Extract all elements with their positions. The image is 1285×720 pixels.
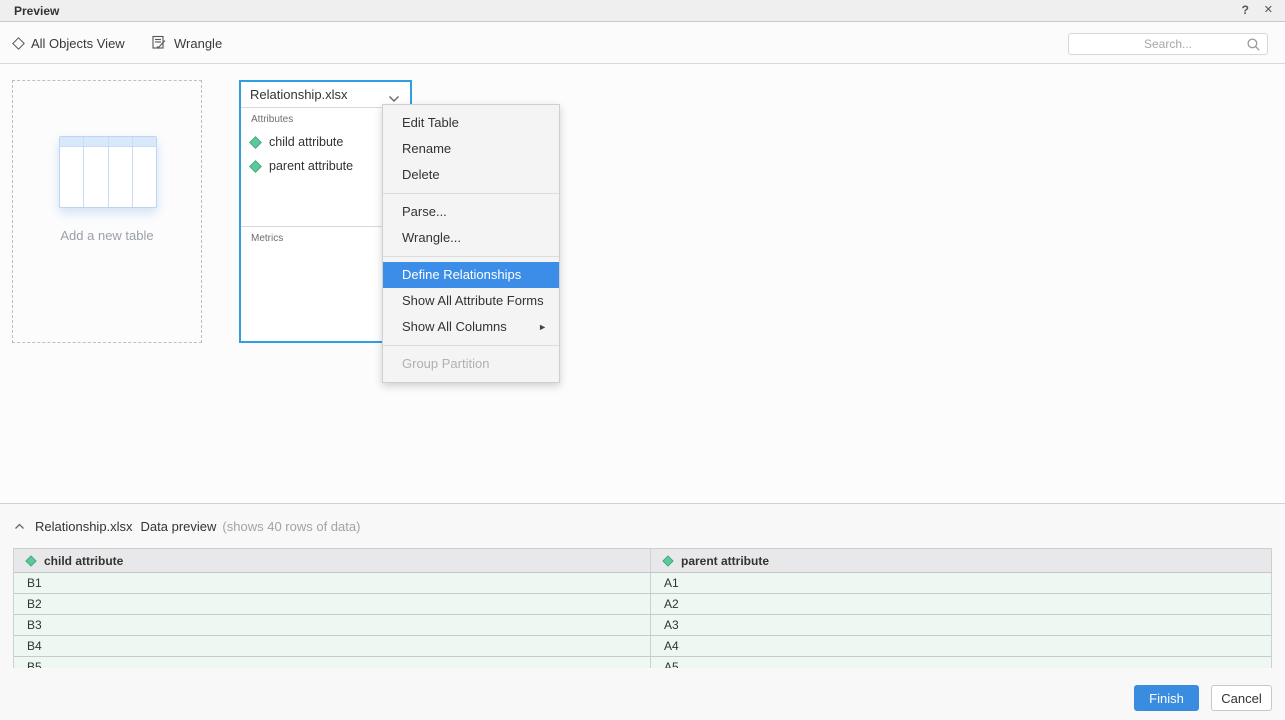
menu-item-show-all-columns[interactable]: Show All Columns ► xyxy=(383,314,559,340)
menu-item-wrangle[interactable]: Wrangle... xyxy=(383,225,559,251)
menu-item-edit-table[interactable]: Edit Table xyxy=(383,110,559,136)
collapse-chevron-icon[interactable] xyxy=(14,517,25,535)
menu-item-define-relationships[interactable]: Define Relationships xyxy=(383,262,559,288)
menu-separator xyxy=(383,345,559,346)
data-preview-header: Relationship.xlsx Data preview (shows 40… xyxy=(0,517,360,535)
column-header-label: child attribute xyxy=(44,554,123,568)
menu-item-parse[interactable]: Parse... xyxy=(383,199,559,225)
preview-rows-note: (shows 40 rows of data) xyxy=(222,519,360,534)
diamond-outline-icon xyxy=(12,37,25,50)
cell-parent: A3 xyxy=(651,615,1271,635)
preview-table-name: Relationship.xlsx xyxy=(35,519,133,534)
cell-parent: A1 xyxy=(651,573,1271,593)
table-row: B1 A1 xyxy=(14,573,1271,594)
cell-child: B1 xyxy=(14,573,651,593)
wrangle-label: Wrangle xyxy=(174,36,222,51)
menu-item-label: Show All Columns xyxy=(402,319,507,334)
wrangle-button[interactable]: Wrangle xyxy=(152,23,222,64)
menu-separator xyxy=(383,193,559,194)
search-icon[interactable] xyxy=(1246,37,1261,57)
toolbar: All Objects View Wrangle xyxy=(0,23,1285,64)
title-bar: Preview ? ✕ xyxy=(0,0,1285,22)
attribute-diamond-icon xyxy=(249,136,262,149)
all-objects-view-label: All Objects View xyxy=(31,36,125,51)
help-icon[interactable]: ? xyxy=(1242,3,1249,17)
menu-item-show-all-attribute-forms[interactable]: Show All Attribute Forms xyxy=(383,288,559,314)
window-title: Preview xyxy=(14,4,59,18)
table-context-menu: Edit Table Rename Delete Parse... Wrangl… xyxy=(382,104,560,383)
add-new-table-card[interactable]: Add a new table xyxy=(12,80,202,343)
tables-canvas: Add a new table Relationship.xlsx Attrib… xyxy=(0,65,1285,503)
menu-item-group-partition: Group Partition xyxy=(383,351,559,377)
menu-item-rename[interactable]: Rename xyxy=(383,136,559,162)
menu-separator xyxy=(383,256,559,257)
table-row: B4 A4 xyxy=(14,636,1271,657)
cell-child: B3 xyxy=(14,615,651,635)
add-new-table-label: Add a new table xyxy=(13,228,201,243)
preview-title: Data preview xyxy=(141,519,217,534)
cell-child: B4 xyxy=(14,636,651,656)
cancel-button[interactable]: Cancel xyxy=(1211,685,1272,711)
finish-button[interactable]: Finish xyxy=(1134,685,1199,711)
column-header-label: parent attribute xyxy=(681,554,769,568)
all-objects-view-button[interactable]: All Objects View xyxy=(14,23,125,64)
cell-child: B5 xyxy=(14,657,651,668)
wrangle-icon xyxy=(152,35,166,53)
cell-child: B2 xyxy=(14,594,651,614)
menu-item-delete[interactable]: Delete xyxy=(383,162,559,188)
table-icon xyxy=(59,136,157,208)
attribute-diamond-icon xyxy=(249,160,262,173)
attribute-name: parent attribute xyxy=(269,159,353,173)
table-card-title: Relationship.xlsx xyxy=(250,87,348,102)
cell-parent: A2 xyxy=(651,594,1271,614)
attribute-diamond-icon xyxy=(25,555,36,566)
search-box[interactable] xyxy=(1068,33,1268,55)
table-row: B5 A5 xyxy=(14,657,1271,668)
submenu-arrow-icon: ► xyxy=(538,314,547,340)
column-header-parent-attribute[interactable]: parent attribute xyxy=(651,549,1271,572)
close-icon[interactable]: ✕ xyxy=(1264,3,1273,16)
attribute-diamond-icon xyxy=(662,555,673,566)
search-input[interactable] xyxy=(1069,34,1267,54)
column-header-child-attribute[interactable]: child attribute xyxy=(14,549,651,572)
table-header-row: child attribute parent attribute xyxy=(14,548,1271,573)
attribute-name: child attribute xyxy=(269,135,343,149)
data-preview-panel: Relationship.xlsx Data preview (shows 40… xyxy=(0,504,1285,720)
cell-parent: A5 xyxy=(651,657,1271,668)
cell-parent: A4 xyxy=(651,636,1271,656)
data-preview-table: child attribute parent attribute B1 A1 B… xyxy=(13,548,1272,668)
table-row: B3 A3 xyxy=(14,615,1271,636)
table-row: B2 A2 xyxy=(14,594,1271,615)
